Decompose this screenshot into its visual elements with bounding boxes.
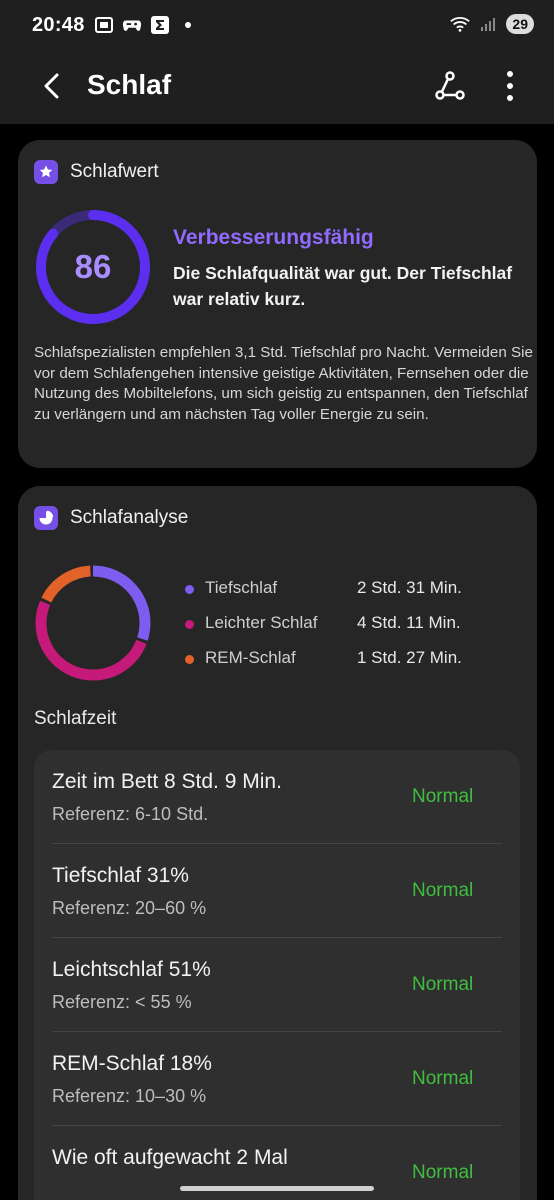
legend-item-deep: Tiefschlaf 2 Std. 31 Min.: [183, 578, 503, 613]
status-bar: 20:48 29: [0, 0, 554, 52]
star-badge-icon: [34, 160, 58, 184]
sleep-analysis-card[interactable]: Schlafanalyse Tiefschlaf 2 Std. 31 Min. …: [18, 486, 537, 1200]
back-button[interactable]: [32, 68, 72, 108]
score-rating: Verbesserungsfähig: [173, 226, 374, 249]
metric-title: Tiefschlaf 31%: [52, 864, 189, 887]
legend-dot: [185, 620, 194, 629]
metric-title: Zeit im Bett 8 Std. 9 Min.: [52, 770, 282, 793]
more-options-button[interactable]: [492, 68, 528, 108]
metric-title: Leichtschlaf 51%: [52, 958, 211, 981]
metric-status: Normal: [412, 974, 474, 995]
app-bar: Schlaf: [0, 52, 554, 124]
legend-item-light: Leichter Schlaf 4 Std. 11 Min.: [183, 613, 503, 648]
advice-text: Schlafspezialisten empfehlen 3,1 Std. Ti…: [34, 344, 533, 423]
score-summary: Die Schlafqualität war gut. Der Tiefschl…: [173, 263, 513, 309]
card-title: Schlafanalyse: [70, 507, 189, 528]
sigma-app-icon: [150, 16, 170, 34]
game-controller-icon: [122, 16, 142, 34]
chevron-left-icon: [42, 73, 62, 104]
wifi-icon: [450, 15, 471, 33]
share-button[interactable]: [430, 68, 470, 108]
signal-icon: [478, 15, 498, 33]
dot-icon: [178, 16, 198, 34]
metric-reference: Referenz: 10–30 %: [52, 1086, 207, 1106]
legend-dot: [185, 585, 194, 594]
navigation-handle[interactable]: [180, 1186, 374, 1191]
card-header: Schlafanalyse: [34, 506, 188, 530]
legend-value: 4 Std. 11 Min.: [357, 613, 461, 632]
stage-legend: Tiefschlaf 2 Std. 31 Min. Leichter Schla…: [183, 578, 503, 683]
metric-row[interactable]: Leichtschlaf 51% Referenz: < 55 % Normal: [34, 938, 520, 1032]
card-header: Schlafwert: [34, 160, 159, 184]
more-vertical-icon: [506, 70, 514, 106]
legend-value: 1 Std. 27 Min.: [357, 648, 462, 667]
metric-status: Normal: [412, 1162, 474, 1183]
metric-status: Normal: [412, 880, 474, 901]
metric-reference: Referenz: 20–60 %: [52, 898, 207, 918]
section-title: Schlafzeit: [34, 708, 117, 729]
legend-value: 2 Std. 31 Min.: [357, 578, 462, 597]
sleep-score-card[interactable]: Schlafwert 86 Verbesserungsfähig Die Sch…: [18, 140, 537, 468]
pie-chart-icon: [34, 506, 58, 530]
metric-row[interactable]: REM-Schlaf 18% Referenz: 10–30 % Normal: [34, 1032, 520, 1126]
metric-row[interactable]: Zeit im Bett 8 Std. 9 Min. Referenz: 6-1…: [34, 750, 520, 844]
card-title: Schlafwert: [70, 161, 159, 182]
share-icon: [435, 70, 465, 106]
metric-title: Wie oft aufgewacht 2 Mal: [52, 1146, 288, 1169]
status-system-icons: 29: [450, 14, 534, 34]
metric-title: REM-Schlaf 18%: [52, 1052, 212, 1075]
page-title: Schlaf: [87, 69, 172, 100]
score-value: 86: [74, 248, 112, 285]
metric-reference: Referenz: 6-10 Std.: [52, 804, 209, 824]
sleep-stage-donut: [35, 565, 151, 681]
legend-label: REM-Schlaf: [205, 648, 296, 667]
legend-label: Leichter Schlaf: [205, 613, 318, 632]
legend-label: Tiefschlaf: [205, 578, 278, 597]
status-notification-icons: [94, 16, 198, 34]
metric-reference: Referenz: < 55 %: [52, 992, 192, 1012]
metric-status: Normal: [412, 786, 474, 807]
metric-status: Normal: [412, 1068, 474, 1089]
legend-item-rem: REM-Schlaf 1 Std. 27 Min.: [183, 648, 503, 683]
battery-indicator: 29: [506, 14, 534, 34]
screenshot-icon: [94, 16, 114, 34]
status-time: 20:48: [32, 14, 85, 36]
metric-row[interactable]: Tiefschlaf 31% Referenz: 20–60 % Normal: [34, 844, 520, 938]
sleep-metrics-list: Zeit im Bett 8 Std. 9 Min. Referenz: 6-1…: [34, 750, 520, 1200]
legend-dot: [185, 655, 194, 664]
